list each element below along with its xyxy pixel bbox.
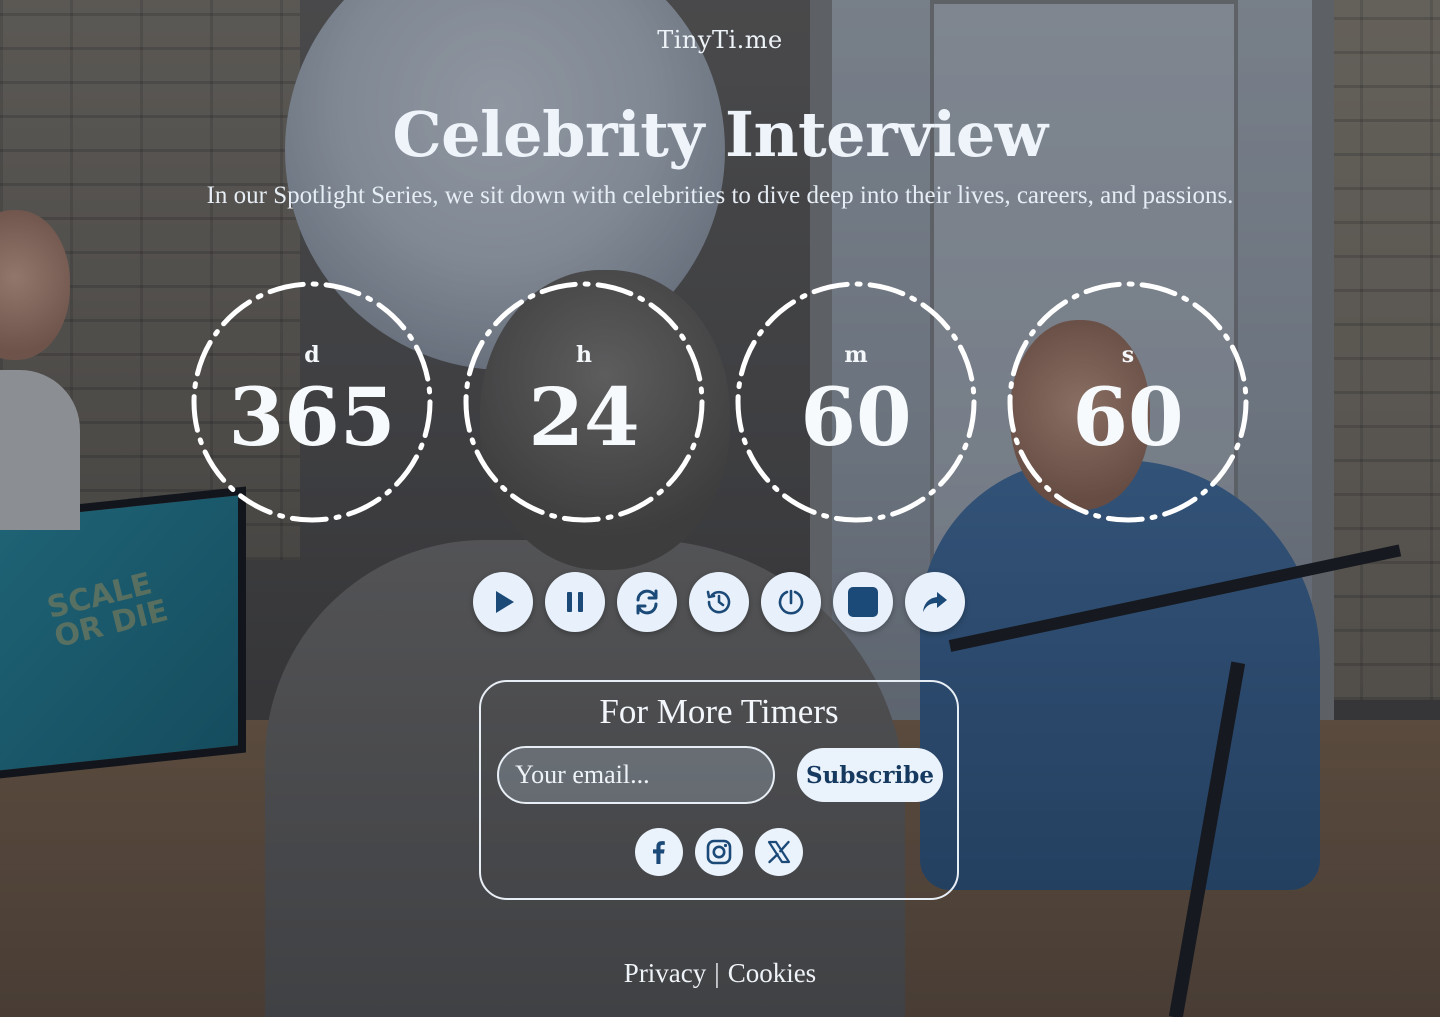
countdown-value: 60 <box>800 370 912 464</box>
x-twitter-button[interactable] <box>755 828 803 876</box>
instagram-icon <box>706 839 732 865</box>
timer-controls <box>473 572 965 632</box>
refresh-icon <box>636 589 658 615</box>
footer: Privacy | Cookies <box>0 958 1440 989</box>
page-title: Celebrity Interview <box>392 98 1048 171</box>
pause-button[interactable] <box>545 572 605 632</box>
email-field[interactable] <box>497 746 775 804</box>
timer-icon <box>778 589 804 615</box>
history-icon <box>706 590 731 614</box>
footer-separator: | <box>714 958 720 988</box>
history-button[interactable] <box>689 572 749 632</box>
countdown-minutes: m 60 <box>734 280 978 524</box>
restart-button[interactable] <box>617 572 677 632</box>
brand-logo[interactable]: TinyTi.me <box>0 26 1440 54</box>
cookies-link[interactable]: Cookies <box>728 958 817 988</box>
instagram-button[interactable] <box>695 828 743 876</box>
privacy-link[interactable]: Privacy <box>624 958 706 988</box>
page-subtitle: In our Spotlight Series, we sit down wit… <box>206 182 1234 209</box>
subscribe-button[interactable]: Subscribe <box>797 748 943 802</box>
countdown-value: 60 <box>1072 370 1184 464</box>
countdown-unit-label: d <box>304 342 320 368</box>
social-links <box>481 828 957 876</box>
play-button[interactable] <box>473 572 533 632</box>
countdown-unit-label: m <box>844 342 868 368</box>
facebook-icon <box>653 841 665 864</box>
countdown-value: 24 <box>528 370 640 464</box>
countdown-unit-label: h <box>576 342 592 368</box>
stop-icon <box>848 587 878 617</box>
stop-button[interactable] <box>833 572 893 632</box>
share-icon <box>923 592 947 612</box>
pause-icon <box>567 592 583 612</box>
share-button[interactable] <box>905 572 965 632</box>
newsletter-box: For More Timers Subscribe <box>479 680 959 900</box>
countdown-seconds: s 60 <box>1006 280 1250 524</box>
facebook-button[interactable] <box>635 828 683 876</box>
play-icon <box>496 591 514 613</box>
timer-button[interactable] <box>761 572 821 632</box>
countdown-value: 365 <box>228 370 396 464</box>
newsletter-title: For More Timers <box>599 692 839 731</box>
countdown-days: d 365 <box>190 280 434 524</box>
x-icon <box>767 840 791 864</box>
countdown-hours: h 24 <box>462 280 706 524</box>
countdown-unit-label: s <box>1121 342 1135 368</box>
